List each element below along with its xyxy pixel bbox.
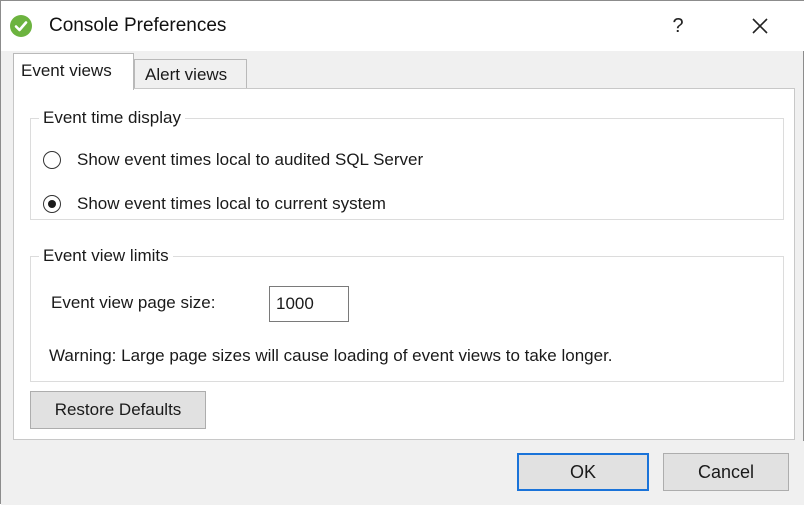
dialog-footer: OK Cancel — [1, 441, 804, 505]
green-check-icon — [10, 15, 32, 37]
title-bar: Console Preferences ? — [1, 1, 804, 51]
dialog-title: Console Preferences — [49, 15, 227, 36]
warning-text: Warning: Large page sizes will cause loa… — [49, 346, 613, 365]
close-button[interactable] — [737, 9, 783, 43]
tab-event-views[interactable]: Event views — [13, 53, 134, 90]
event-view-limits-group: Event view limits Event view page size: … — [30, 246, 784, 382]
help-button[interactable]: ? — [655, 9, 701, 43]
radio-label: Show event times local to audited SQL Se… — [77, 150, 424, 169]
close-icon — [752, 18, 768, 34]
restore-defaults-button[interactable]: Restore Defaults — [30, 391, 206, 429]
cancel-button[interactable]: Cancel — [663, 453, 789, 491]
tab-label: Event views — [21, 61, 112, 80]
radio-label: Show event times local to current system — [77, 194, 386, 213]
radio-button-selected-icon — [43, 195, 61, 213]
event-time-display-group: Event time display Show event times loca… — [30, 108, 784, 220]
page-size-input[interactable]: 1000 — [269, 286, 349, 322]
radio-dot — [47, 199, 56, 208]
page-size-label: Event view page size: — [51, 293, 216, 312]
group-legend: Event time display — [39, 108, 185, 128]
tab-strip: Event views Alert views — [1, 51, 804, 90]
radio-button-icon — [43, 151, 61, 169]
ok-button[interactable]: OK — [517, 453, 649, 491]
group-legend: Event view limits — [39, 246, 173, 266]
tab-label: Alert views — [145, 65, 228, 84]
event-views-panel: Event time display Show event times loca… — [13, 88, 795, 440]
tab-alert-views[interactable]: Alert views — [134, 59, 247, 89]
console-preferences-dialog: Console Preferences ? Event views Alert … — [0, 0, 804, 505]
